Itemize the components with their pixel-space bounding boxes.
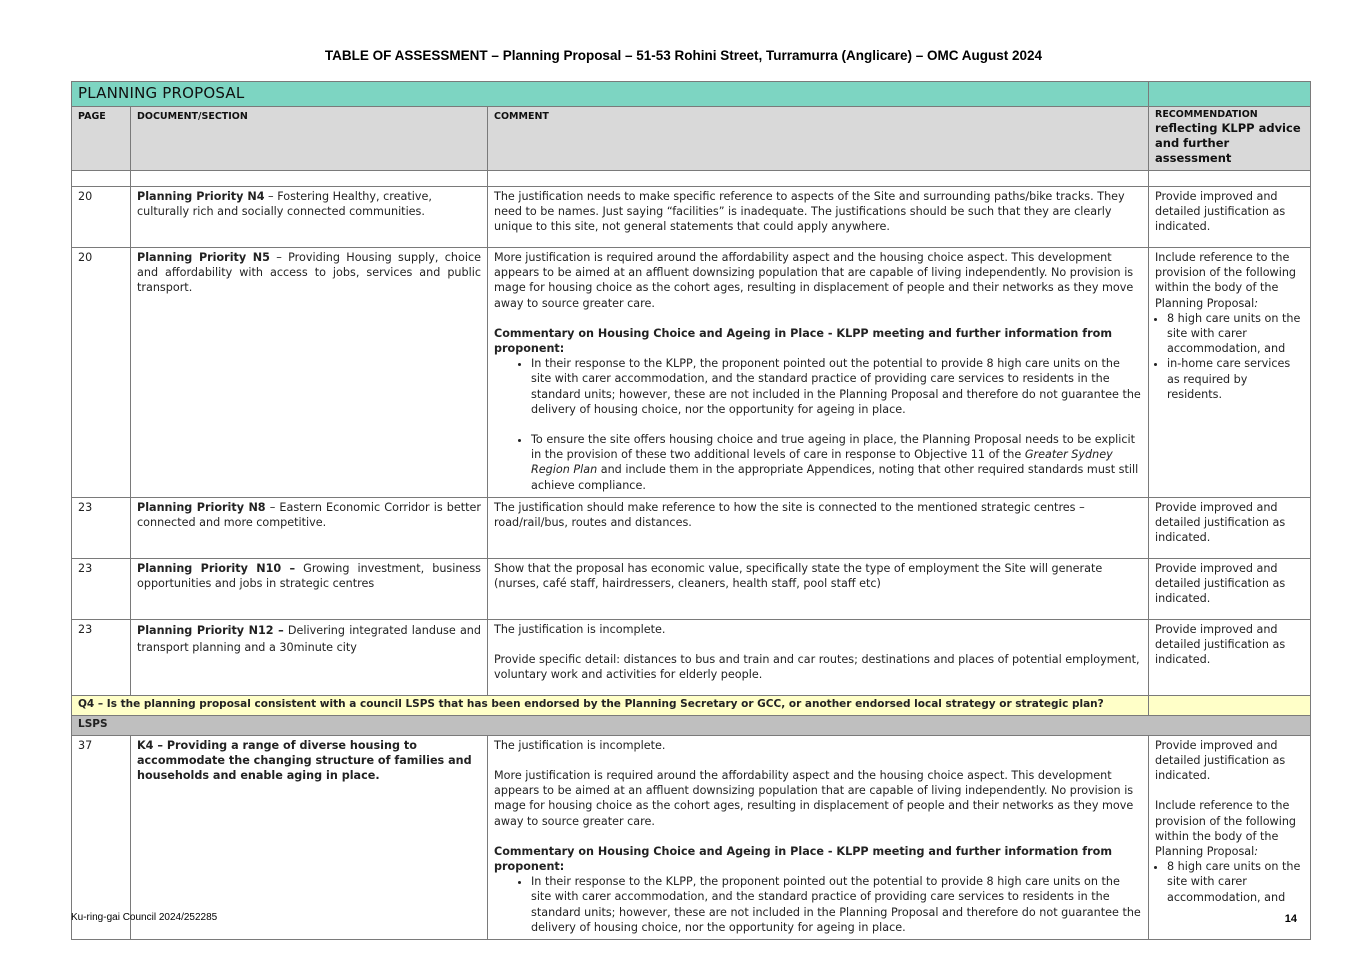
comment-bullet: In their response to the KLPP, the propo… — [531, 356, 1142, 417]
recommendation-intro-text: Include reference to the provision of th… — [1155, 251, 1297, 310]
section-heading: Planning Priority N8 — [137, 500, 266, 514]
recommendation-bullet-list: 8 high care units on the site with carer… — [1155, 311, 1304, 402]
table-row: 23 Planning Priority N12 – Delivering in… — [71, 618, 1311, 696]
table-row: 20 Planning Priority N4 – Fostering Heal… — [71, 186, 1311, 248]
spacer-cell — [130, 170, 488, 187]
row-comment: The justification needs to make specific… — [487, 186, 1149, 248]
row-comment: The justification is incomplete. Provide… — [487, 618, 1149, 696]
bullet-text-end: and include them in the appropriate Appe… — [531, 463, 1139, 492]
row-section: K4 – Providing a range of diverse housin… — [130, 734, 488, 941]
header-page: PAGE — [71, 106, 131, 171]
row-recommendation: Include reference to the provision of th… — [1148, 247, 1311, 498]
comment-paragraph: The justification is incomplete. — [494, 622, 666, 636]
spacer-cell — [1148, 170, 1311, 187]
header-comment: COMMENT — [487, 106, 1149, 171]
row-recommendation: Provide improved and detailed justificat… — [1148, 618, 1311, 696]
comment-bullet-list: In their response to the KLPP, the propo… — [494, 356, 1142, 493]
row-page: 37 — [71, 734, 131, 941]
row-recommendation: Provide improved and detailed justificat… — [1148, 734, 1311, 941]
row-comment: More justification is required around th… — [487, 247, 1149, 498]
section-banner-blank — [1148, 81, 1311, 107]
question-row: Q4 – Is the planning proposal consistent… — [71, 694, 1311, 716]
spacer-row — [71, 170, 1311, 187]
row-section: Planning Priority N10 – Growing investme… — [130, 557, 488, 620]
recommendation-colon: : — [1254, 845, 1259, 859]
recommendation-intro-text: Include reference to the provision of th… — [1155, 799, 1297, 859]
row-page: 20 — [71, 186, 131, 248]
row-recommendation: Provide improved and detailed justificat… — [1148, 557, 1311, 620]
table-row: 23 Planning Priority N8 – Eastern Econom… — [71, 496, 1311, 559]
table-row: 20 Planning Priority N5 – Providing Hous… — [71, 247, 1311, 498]
lsps-label-row: LSPS — [71, 714, 1311, 736]
section-heading: Planning Priority N12 – — [137, 623, 284, 637]
header-recommendation-sub1: reflecting KLPP advice — [1155, 121, 1301, 135]
section-title: PLANNING PROPOSAL — [71, 81, 1149, 107]
comment-bullet-list: In their response to the KLPP, the propo… — [494, 874, 1142, 935]
assessment-table: PLANNING PROPOSAL PAGE DOCUMENT/SECTION … — [71, 81, 1311, 941]
header-recommendation-label: RECOMMENDATION — [1155, 109, 1258, 120]
comment-paragraph: More justification is required around th… — [494, 769, 1134, 828]
recommendation-paragraph: Provide improved and detailed justificat… — [1155, 738, 1286, 783]
footer-reference: Ku-ring-gai Council 2024/252285 — [71, 912, 218, 923]
row-section: Planning Priority N8 – Eastern Economic … — [130, 496, 488, 559]
row-page: 23 — [71, 618, 131, 696]
question-row-blank — [1148, 694, 1311, 716]
document-title: TABLE OF ASSESSMENT – Planning Proposal … — [324, 48, 1043, 63]
recommendation-bullet: 8 high care units on the site with carer… — [1167, 859, 1304, 905]
row-page: 20 — [71, 247, 131, 498]
row-page: 23 — [71, 496, 131, 559]
row-recommendation: Provide improved and detailed justificat… — [1148, 186, 1311, 248]
comment-paragraph: More justification is required around th… — [494, 251, 1134, 310]
recommendation-bullet: in-home care services as required by res… — [1167, 356, 1304, 402]
comment-bullet: To ensure the site offers housing choice… — [531, 432, 1142, 493]
header-document-section: DOCUMENT/SECTION — [130, 106, 488, 171]
header-recommendation-sub2: and further assessment — [1155, 136, 1232, 165]
table-row: 37 K4 – Providing a range of diverse hou… — [71, 734, 1311, 941]
recommendation-intro: Include reference to the provision of th… — [1155, 250, 1304, 311]
spacer-cell — [71, 170, 131, 187]
row-section: Planning Priority N12 – Delivering integ… — [130, 618, 488, 696]
comment-paragraph: The justification is incomplete. — [494, 738, 666, 752]
section-banner-row: PLANNING PROPOSAL — [71, 81, 1311, 107]
row-section: Planning Priority N4 – Fostering Healthy… — [130, 186, 488, 248]
section-heading: Planning Priority N5 — [137, 251, 270, 264]
row-comment: The justification is incomplete. More ju… — [487, 734, 1149, 941]
row-page: 23 — [71, 557, 131, 620]
section-heading: Planning Priority N10 – — [137, 561, 296, 575]
recommendation-bullet: 8 high care units on the site with carer… — [1167, 311, 1304, 357]
spacer-cell — [487, 170, 1149, 187]
recommendation-intro: Include reference to the provision of th… — [1155, 798, 1304, 859]
row-recommendation: Provide improved and detailed justificat… — [1148, 496, 1311, 559]
lsps-label: LSPS — [71, 714, 1311, 736]
row-comment: The justification should make reference … — [487, 496, 1149, 559]
header-recommendation: RECOMMENDATION reflecting KLPP advice an… — [1148, 106, 1311, 171]
recommendation-colon: : — [1254, 296, 1259, 310]
table-row: 23 Planning Priority N10 – Growing inves… — [71, 557, 1311, 620]
question-text: Q4 – Is the planning proposal consistent… — [71, 694, 1149, 716]
recommendation-bullet-list: 8 high care units on the site with carer… — [1155, 859, 1304, 905]
row-comment: Show that the proposal has economic valu… — [487, 557, 1149, 620]
page-number: 14 — [1284, 913, 1297, 925]
commentary-heading: Commentary on Housing Choice and Ageing … — [494, 844, 1112, 874]
section-heading: Planning Priority N4 — [137, 190, 265, 203]
row-section: Planning Priority N5 – Providing Housing… — [130, 247, 488, 498]
commentary-heading: Commentary on Housing Choice and Ageing … — [494, 326, 1112, 356]
comment-bullet: In their response to the KLPP, the propo… — [531, 874, 1142, 935]
header-row: PAGE DOCUMENT/SECTION COMMENT RECOMMENDA… — [71, 106, 1311, 171]
comment-paragraph: Provide specific detail: distances to bu… — [494, 653, 1140, 682]
